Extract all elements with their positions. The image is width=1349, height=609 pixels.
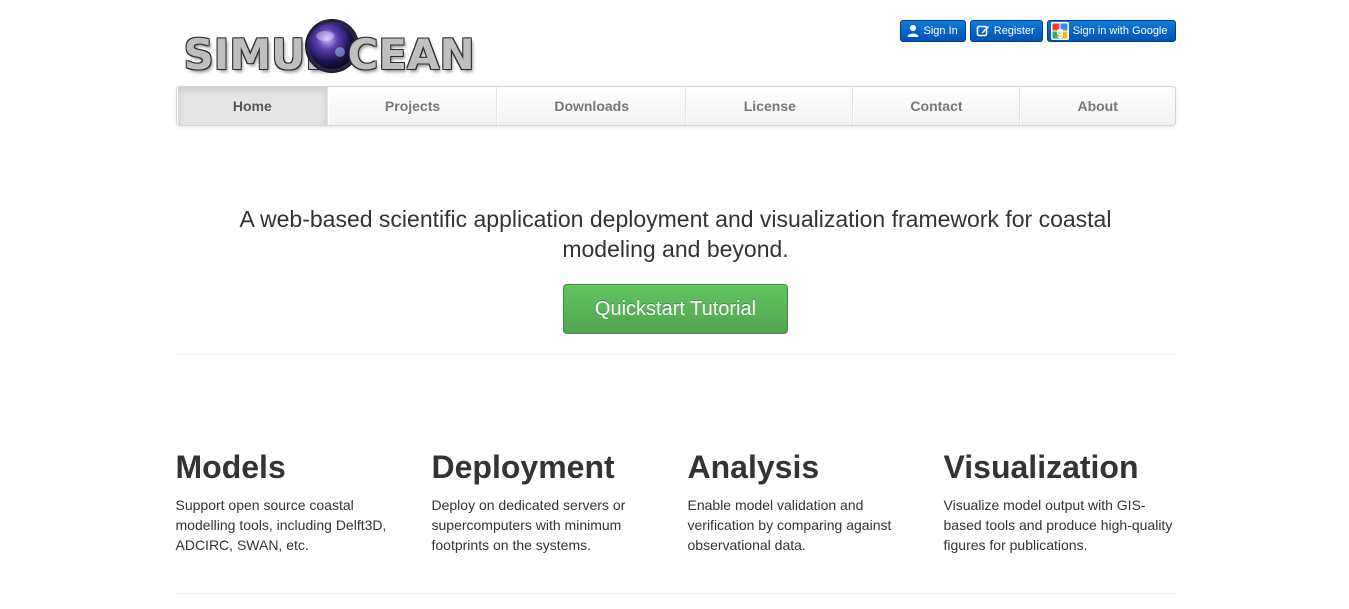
nav-label-license: License [743, 98, 796, 114]
feature-visualization: Visualization Visualize model output wit… [944, 447, 1176, 555]
nav-item-projects[interactable]: Projects [328, 87, 497, 125]
register-button[interactable]: Register [969, 20, 1043, 42]
quickstart-tutorial-button[interactable]: Quickstart Tutorial [563, 284, 788, 334]
user-icon [907, 25, 918, 37]
google-sign-in-button[interactable]: g Sign in with Google [1046, 20, 1176, 42]
feature-title: Deployment [431, 449, 615, 485]
features: Models Support open source coastal model… [176, 447, 1176, 555]
feature-text: Deploy on dedicated servers or supercomp… [431, 497, 626, 553]
register-label: Register [993, 25, 1035, 37]
feature-analysis: Analysis Enable model validation and ver… [688, 447, 944, 555]
feature-title: Visualization [943, 449, 1139, 485]
nav-item-downloads[interactable]: Downloads [496, 87, 687, 125]
divider [175, 354, 1176, 355]
nav-label-about: About [1077, 98, 1118, 114]
feature-text: Support open source coastal modelling to… [175, 497, 387, 553]
logo-text-right: CEAN [347, 30, 475, 79]
feature-title: Analysis [687, 449, 820, 485]
svg-text:g: g [1056, 25, 1063, 39]
feature-models: Models Support open source coastal model… [176, 447, 432, 555]
header: SIMUL CEAN Sign In Register g Sign in wi… [176, 0, 1176, 86]
sign-in-label: Sign In [923, 25, 958, 37]
nav-item-license[interactable]: License [686, 87, 854, 125]
nav-label-downloads: Downloads [554, 98, 629, 114]
auth-buttons: Sign In Register g Sign in with Google [899, 20, 1176, 42]
hero-tagline: A web-based scientific application deplo… [239, 206, 1112, 262]
page-container: SIMUL CEAN Sign In Register g Sign in wi… [175, 0, 1176, 594]
google-sign-in-label: Sign in with Google [1072, 25, 1168, 37]
feature-deployment: Deployment Deploy on dedicated servers o… [432, 447, 688, 555]
nav-item-contact[interactable]: Contact [853, 87, 1020, 125]
hero: A web-based scientific application deplo… [176, 126, 1176, 334]
nav-item-about[interactable]: About [1019, 87, 1175, 125]
edit-icon [976, 25, 989, 37]
site-logo[interactable]: SIMUL CEAN [184, 18, 475, 88]
feature-text: Enable model validation and verification… [687, 497, 892, 553]
feature-title: Models [175, 449, 286, 485]
main-nav: Home Projects Downloads License Contact … [175, 86, 1176, 126]
nav-label-projects: Projects [384, 98, 441, 114]
feature-text: Visualize model output with GIS-based to… [943, 497, 1173, 553]
sign-in-button[interactable]: Sign In [899, 20, 966, 42]
nav-label-home: Home [232, 98, 272, 114]
nav-item-home[interactable]: Home [176, 87, 329, 125]
google-icon: g [1050, 22, 1069, 40]
divider-bottom [175, 593, 1176, 594]
nav-label-contact: Contact [910, 98, 963, 114]
